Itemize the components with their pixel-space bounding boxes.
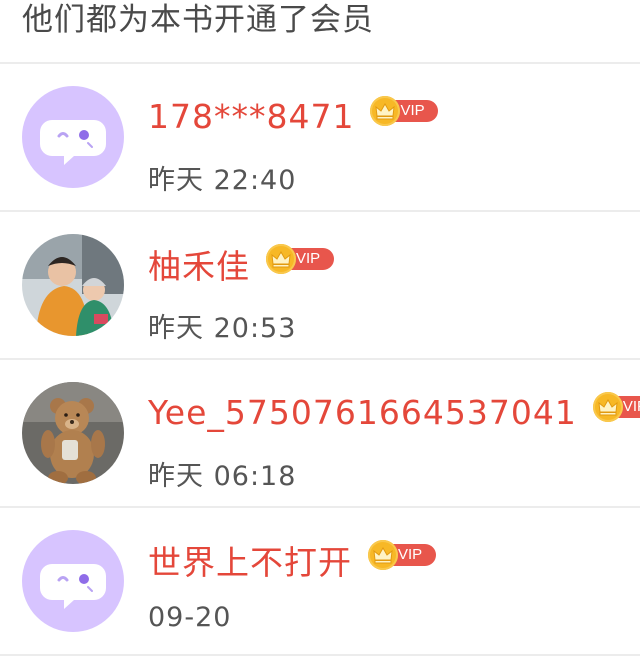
member-name[interactable]: 柚禾佳 — [148, 240, 250, 288]
crown-icon — [368, 540, 398, 570]
crown-icon — [266, 244, 296, 274]
member-name[interactable]: 178***8471 — [148, 97, 354, 136]
photo-children-icon — [22, 234, 124, 336]
vip-badge: VIP — [592, 392, 640, 422]
avatar[interactable] — [22, 382, 124, 484]
member-time: 昨天 22:40 — [148, 165, 297, 196]
vip-badge: VIP — [370, 96, 439, 126]
default-chat-avatar-icon — [22, 86, 124, 188]
divider — [0, 654, 640, 656]
page-title: 他们都为本书开通了会员 — [22, 2, 374, 38]
member-row[interactable]: 柚禾佳 VIP 昨天 20:53 — [0, 212, 640, 358]
name-line: 178***8471 VIP — [148, 94, 439, 138]
vip-label: VIP — [622, 398, 640, 415]
avatar[interactable] — [22, 530, 124, 632]
vip-label: VIP — [296, 250, 321, 267]
member-row[interactable]: 世界上不打开 VIP 09-20 — [0, 508, 640, 654]
member-row[interactable]: 178***8471 VIP 昨天 22:40 — [0, 64, 640, 210]
member-time: 昨天 06:18 — [148, 461, 297, 492]
vip-members-page: 他们都为本书开通了会员 178***8471 VIP 昨天 22:40 柚禾佳 … — [0, 0, 640, 664]
name-line: 世界上不打开 VIP — [148, 538, 436, 582]
member-time: 昨天 20:53 — [148, 313, 297, 344]
vip-badge: VIP — [368, 540, 436, 570]
vip-label: VIP — [398, 546, 423, 563]
name-line: 柚禾佳 VIP — [148, 242, 334, 286]
vip-badge: VIP — [266, 244, 334, 274]
avatar[interactable] — [22, 86, 124, 188]
photo-teddy-bear-icon — [22, 382, 124, 484]
vip-label: VIP — [400, 102, 425, 119]
avatar[interactable] — [22, 234, 124, 336]
crown-icon — [592, 392, 623, 422]
member-row[interactable]: Yee_5750761664537041 VIP 昨天 06:18 — [0, 360, 640, 506]
member-time: 09-20 — [148, 602, 232, 633]
member-name[interactable]: Yee_5750761664537041 — [148, 393, 577, 432]
name-line: Yee_5750761664537041 VIP — [148, 390, 640, 434]
member-name[interactable]: 世界上不打开 — [148, 536, 352, 584]
default-chat-avatar-icon — [22, 530, 124, 632]
